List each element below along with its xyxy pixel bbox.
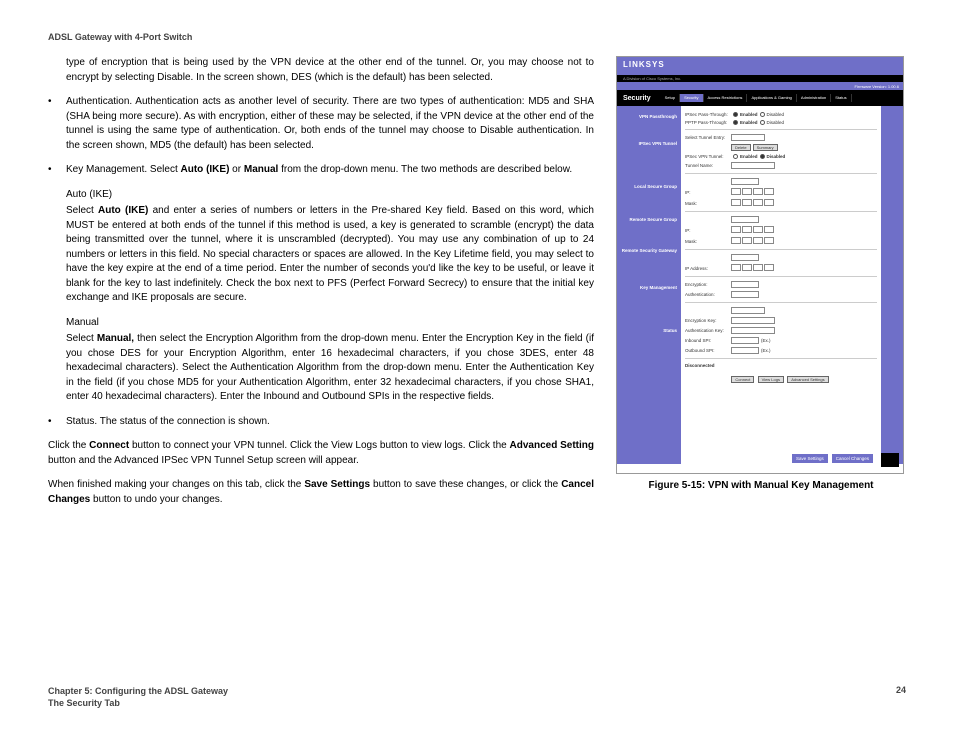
summary-button[interactable]: Summary [753, 144, 778, 151]
tab-apps[interactable]: Applications & Gaming [747, 94, 796, 102]
save-para: When finished making your changes on thi… [48, 478, 594, 507]
tab-access[interactable]: Access Restrictions [704, 94, 748, 102]
manual-body: Select Manual, then select the Encryptio… [66, 332, 594, 405]
tab-admin[interactable]: Administration [797, 94, 831, 102]
tunnel-name-input[interactable] [731, 162, 775, 169]
keymgmt-select[interactable] [731, 307, 765, 314]
screenshot-figure: LINKSYS A Division of Cisco Systems, Inc… [616, 56, 904, 474]
advanced-button[interactable]: Advanced Settings [787, 376, 828, 383]
manual-title: Manual [66, 316, 594, 331]
brand-logo: LINKSYS [617, 57, 903, 75]
doc-header: ADSL Gateway with 4-Port Switch [48, 32, 906, 42]
intro-para: type of encryption that is being used by… [66, 56, 594, 85]
save-settings-button[interactable]: Save Settings [792, 454, 828, 463]
page-footer: Chapter 5: Configuring the ADSL Gateway … [48, 685, 906, 710]
figure-caption: Figure 5-15: VPN with Manual Key Managem… [616, 480, 906, 491]
page-number: 24 [896, 685, 906, 710]
cancel-changes-button[interactable]: Cancel Changes [832, 454, 873, 463]
cisco-logo [881, 453, 899, 467]
autoike-title: Auto (IKE) [66, 188, 594, 203]
tab-bar: Security Setup Security Access Restricti… [617, 90, 903, 106]
tab-status[interactable]: Status [831, 94, 851, 102]
tab-setup[interactable]: Setup [661, 94, 680, 102]
form-area: IPSec Pass-Through:EnabledDisabled PPTP … [681, 106, 881, 464]
enc-select[interactable] [731, 281, 759, 288]
bullet-keymgmt: • Key Management. Select Auto (IKE) or M… [48, 163, 594, 178]
side-labels: VPN Passthrough IPSec VPN Tunnel Local S… [617, 106, 681, 464]
bullet-status: • Status. The status of the connection i… [48, 415, 594, 430]
auth-select[interactable] [731, 291, 759, 298]
connect-para: Click the Connect button to connect your… [48, 439, 594, 468]
autoike-body: Select Auto (IKE) and enter a series of … [66, 204, 594, 306]
connect-button[interactable]: Connect [731, 376, 754, 383]
delete-button[interactable]: Delete [731, 144, 751, 151]
bullet-auth: • Authentication. Authentication acts as… [48, 95, 594, 153]
body-text: type of encryption that is being used by… [48, 56, 594, 517]
tab-security[interactable]: Security [680, 94, 703, 102]
tunnel-select[interactable] [731, 134, 765, 141]
viewlogs-button[interactable]: View Logs [758, 376, 784, 383]
